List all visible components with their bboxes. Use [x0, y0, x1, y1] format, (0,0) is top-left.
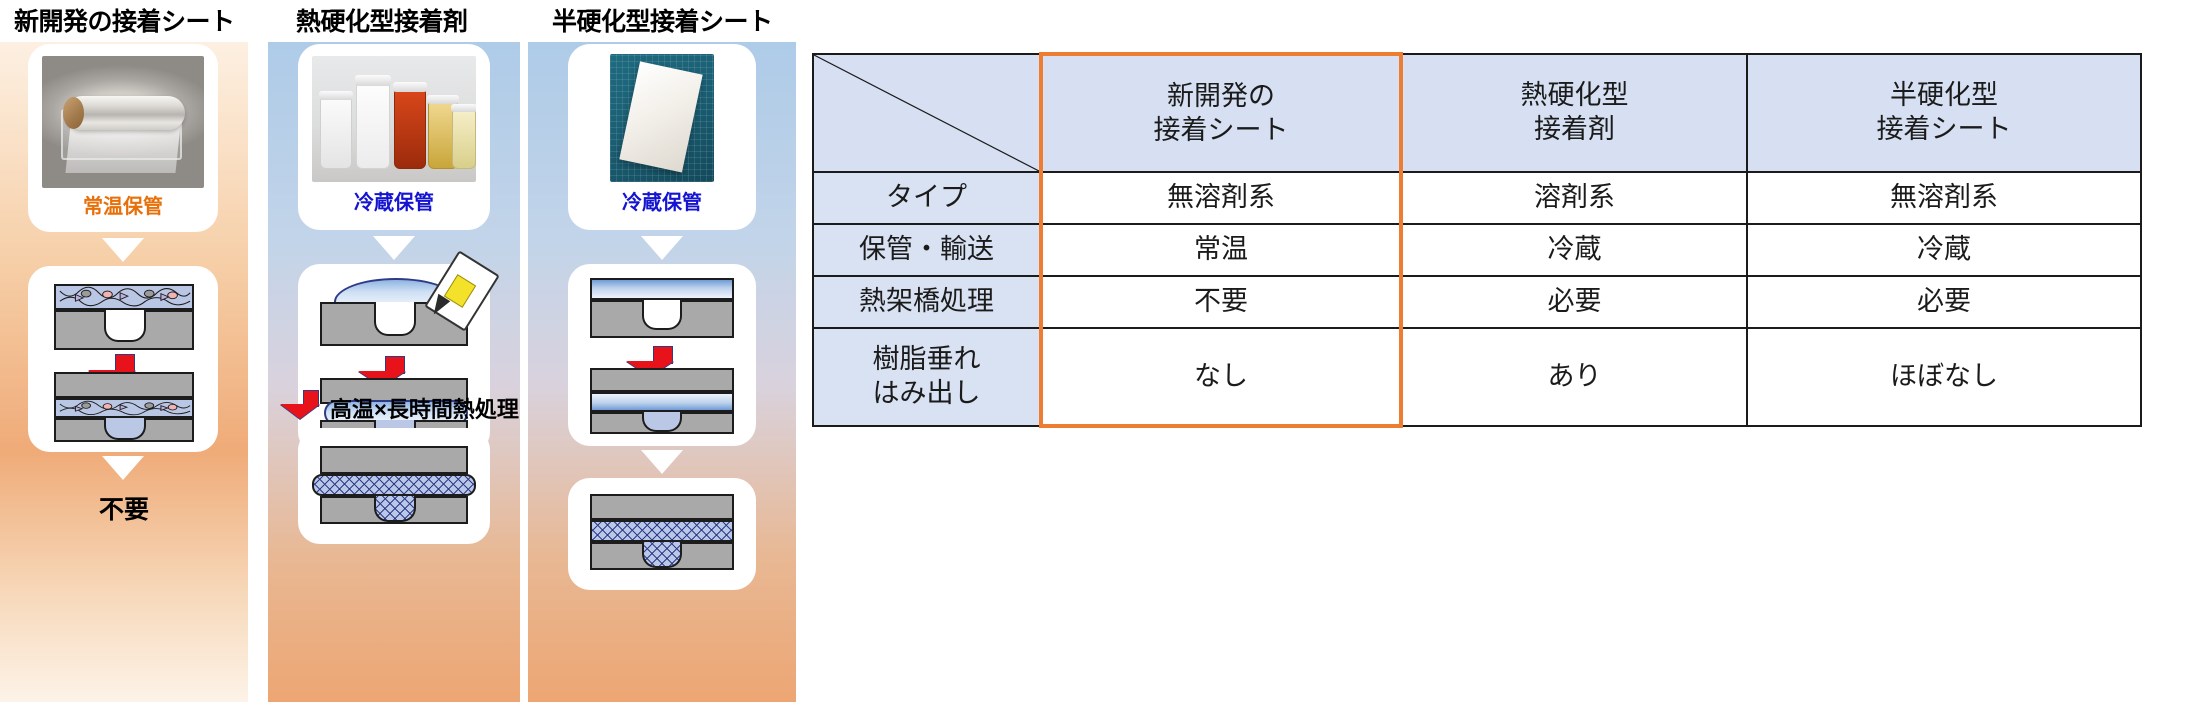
top-substrate-layer [320, 446, 468, 474]
filled-cavity-notch [104, 418, 146, 440]
panel-thermoset-adhesive: 冷蔵保管 高温×長時間熱処理 [268, 42, 520, 702]
table-header-row: 新開発の 接着シート 熱硬化型 接着剤 半硬化型 接着シート [812, 52, 2142, 173]
table-corner-cell [812, 53, 1042, 173]
row-header-resin-bleed: 樹脂垂れ はみ出し [812, 327, 1042, 427]
cell-crosslink-thermoset: 必要 [1400, 275, 1748, 329]
col3-line1: 半硬化型 [1890, 80, 1998, 111]
cell-resin-bleed-semicured: ほぼなし [1746, 327, 2142, 427]
panel1-flow-arrow-1 [102, 238, 144, 262]
table-col-header-3: 半硬化型 接着シート [1746, 53, 2142, 173]
comparison-table: 新開発の 接着シート 熱硬化型 接着剤 半硬化型 接着シート タイプ 無溶剤系 … [812, 52, 2142, 428]
table-row: 樹脂垂れ はみ出し なし あり ほぼなし [812, 327, 2142, 428]
panel2-storage-caption: 冷蔵保管 [354, 192, 434, 214]
col1-line2: 接着シート [1153, 114, 1289, 145]
top-substrate-layer [590, 494, 734, 520]
row-header-type: タイプ [812, 171, 1042, 225]
cured-resin-layer [312, 474, 476, 496]
cavity-notch [642, 300, 682, 330]
table-row: タイプ 無溶剤系 溶剤系 無溶剤系 [812, 171, 2142, 225]
panel-1-title: 新開発の接着シート [14, 8, 235, 36]
panel1-flow-arrow-2 [102, 456, 144, 480]
polymer-chain-icon [59, 400, 191, 416]
cured-resin-layer [590, 520, 734, 542]
panel-3-title: 半硬化型接着シート [552, 8, 773, 36]
cell-type-new: 無溶剤系 [1039, 171, 1403, 225]
thermoset-adhesive-bottles-photo [312, 56, 476, 182]
row4-header-line2: はみ出し [872, 378, 981, 408]
panel2-stack-cured [312, 446, 476, 526]
row-header-storage: 保管・輸送 [812, 223, 1042, 277]
cavity-notch [374, 302, 416, 336]
panel2-heat-label: 高温×長時間熱処理 [330, 397, 519, 422]
panel2-flow-arrow-1 [373, 236, 415, 260]
panel1-stack-before [54, 284, 194, 350]
sheet-white-shape [619, 61, 703, 173]
table-row: 保管・輸送 常温 冷蔵 冷蔵 [812, 223, 2142, 277]
cell-resin-bleed-new: なし [1039, 327, 1403, 428]
cavity-notch [104, 310, 146, 342]
table-row: 熱架橋処理 不要 必要 必要 [812, 275, 2142, 329]
panel3-flow-arrow-2 [641, 450, 683, 474]
slide-canvas: 新開発の接着シート 常温保管 不要 熱硬化型接着剤 冷蔵保管 高温×長時間熱処理… [0, 0, 2187, 702]
col3-line2: 接着シート [1876, 114, 2012, 144]
cell-crosslink-semicured: 必要 [1746, 275, 2142, 329]
panel3-stack-after [590, 368, 734, 434]
bottle-amber-2 [451, 104, 476, 170]
roll-sheet-shape [65, 124, 181, 173]
panel-semi-cured-adhesive-sheet: 冷蔵保管 [528, 42, 796, 702]
cell-storage-new: 常温 [1039, 223, 1403, 277]
col2-line2: 接着剤 [1534, 114, 1615, 144]
cell-storage-thermoset: 冷蔵 [1400, 223, 1748, 277]
filled-cavity-notch [374, 496, 416, 522]
polymer-chain-icon [59, 286, 191, 307]
semi-cured-adhesive-sheet-photo [610, 54, 714, 182]
panel3-storage-caption: 冷蔵保管 [622, 192, 702, 214]
bottle-white-2 [355, 75, 391, 170]
panel2-heat-arrow-left [280, 390, 324, 419]
panel1-stack-after [54, 372, 194, 442]
panel3-result-card [568, 478, 756, 590]
panel2-photo-card: 冷蔵保管 [298, 44, 490, 230]
filled-cavity-notch [642, 542, 682, 568]
cell-resin-bleed-thermoset: あり [1400, 327, 1748, 427]
filled-cavity-notch [642, 412, 682, 432]
panel3-stack-before [590, 278, 734, 340]
cell-crosslink-new: 不要 [1039, 275, 1403, 329]
bottle-red [393, 81, 427, 170]
panel1-photo-card: 常温保管 [28, 44, 218, 232]
panel3-process-card [568, 264, 756, 446]
adhesive-layer [54, 284, 194, 310]
panel2-result-card [298, 428, 490, 544]
semi-cured-sheet-layer [590, 278, 734, 300]
cell-storage-semicured: 冷蔵 [1746, 223, 2142, 277]
cell-type-semicured: 無溶剤系 [1746, 171, 2142, 225]
panel1-storage-caption: 常温保管 [83, 196, 163, 218]
top-substrate-layer [54, 372, 194, 398]
panel1-process-card [28, 266, 218, 452]
panel-2-title: 熱硬化型接着剤 [296, 8, 468, 36]
panel3-stack-cured [590, 494, 734, 572]
panel1-bottom-label: 不要 [98, 496, 149, 524]
panel2-process-card [298, 250, 500, 454]
col1-line1: 新開発の [1167, 80, 1275, 111]
glue-dispenser-icon [424, 250, 500, 332]
adhesive-layer [54, 398, 194, 418]
table-col-header-2: 熱硬化型 接着剤 [1400, 53, 1748, 173]
panel3-flow-arrow-1 [641, 236, 683, 260]
table-col-header-1: 新開発の 接着シート [1039, 52, 1403, 173]
semi-cured-sheet-layer [590, 392, 734, 412]
adhesive-sheet-roll-photo [42, 56, 204, 188]
roll-core-shape [63, 96, 85, 129]
top-substrate-layer [590, 368, 734, 392]
bottle-white-1 [319, 90, 353, 170]
row4-header-line1: 樹脂垂れ [872, 344, 981, 375]
row-header-crosslink: 熱架橋処理 [812, 275, 1042, 329]
cell-type-thermoset: 溶剤系 [1400, 171, 1748, 225]
panel3-photo-card: 冷蔵保管 [568, 44, 756, 230]
diagonal-slash-icon [814, 55, 1039, 171]
col2-line1: 熱硬化型 [1520, 80, 1629, 111]
panel-new-adhesive-sheet: 常温保管 不要 [0, 42, 248, 702]
